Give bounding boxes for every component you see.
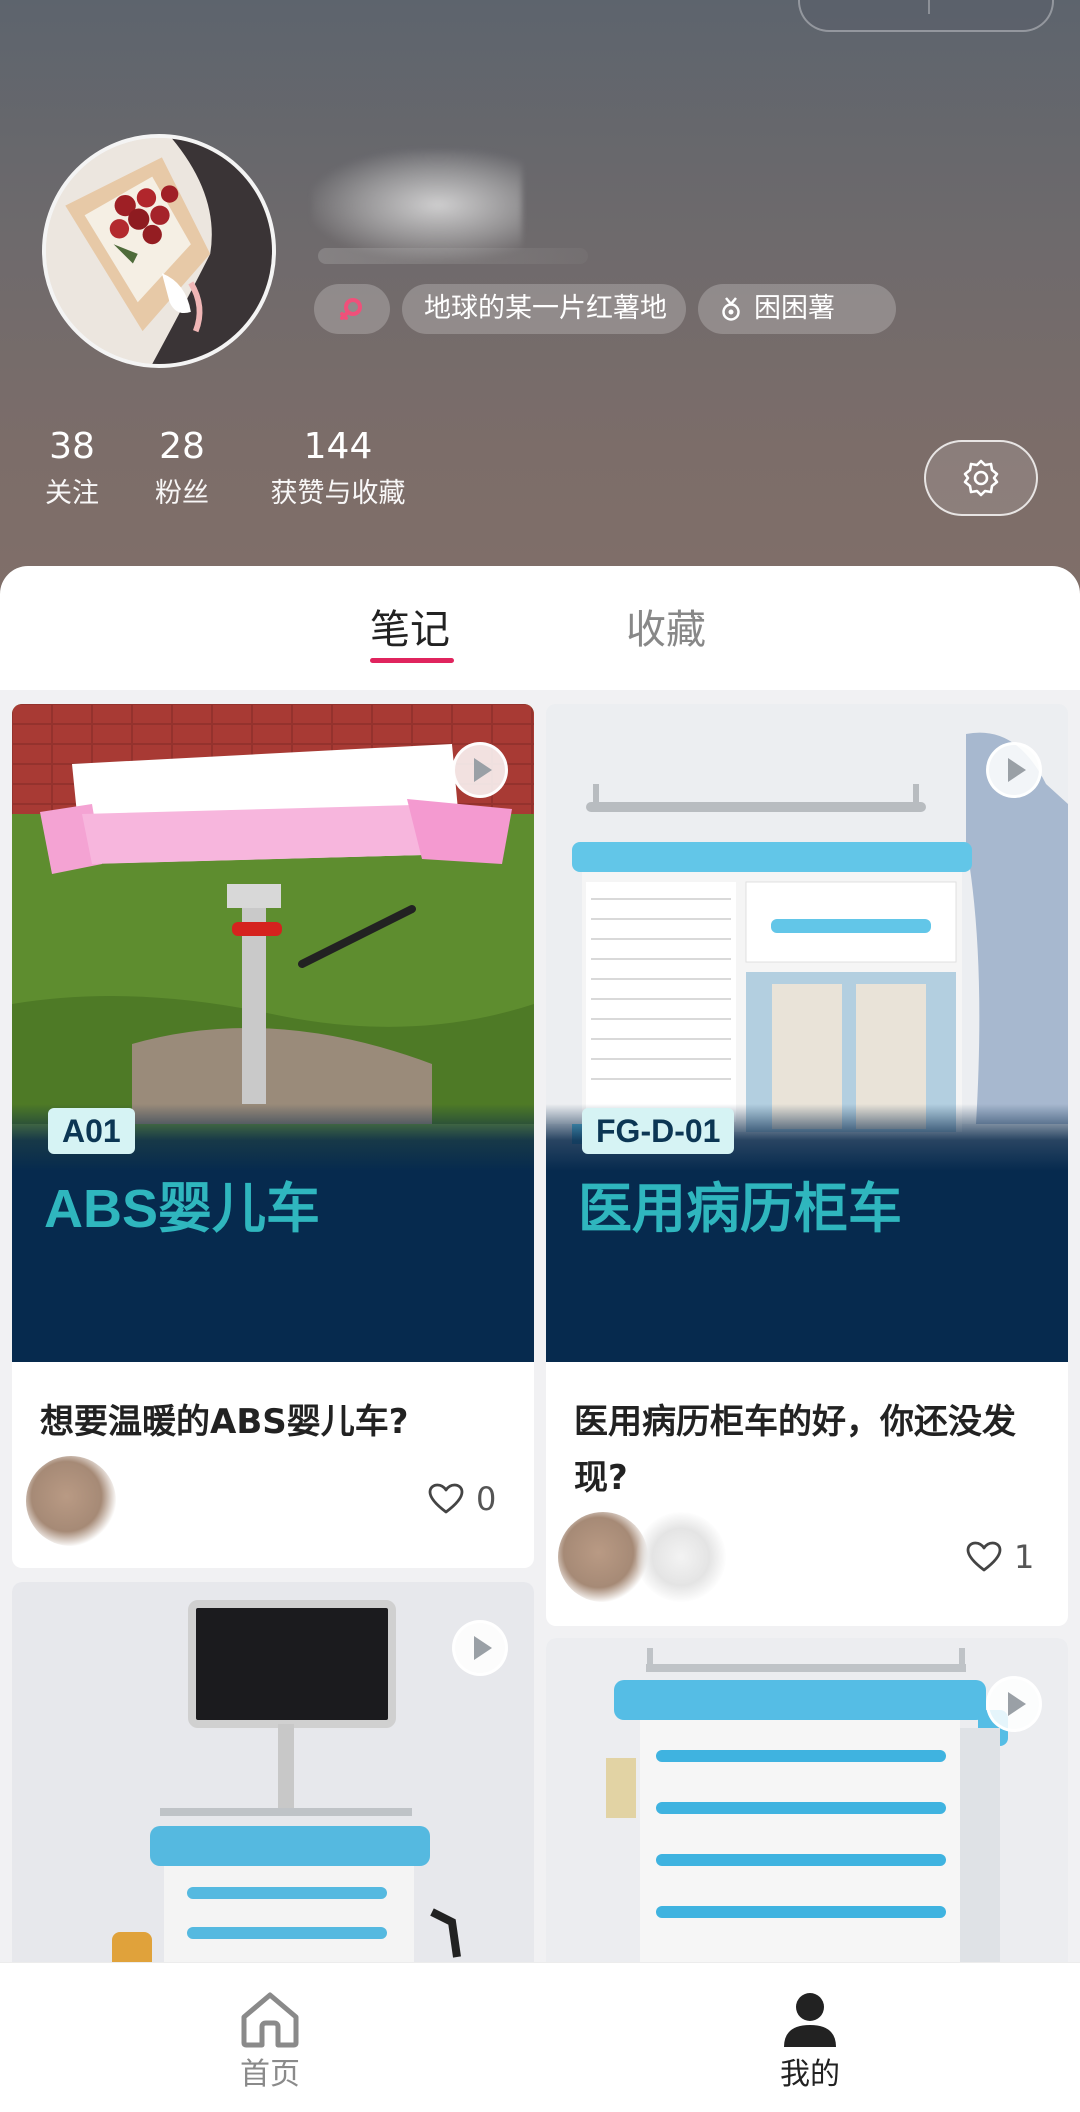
- user-icon: [784, 1993, 836, 2047]
- note-card[interactable]: [546, 1638, 1068, 1982]
- home-icon: [241, 1992, 299, 2048]
- stat-followers[interactable]: 28 粉丝: [150, 424, 214, 514]
- user-id-redacted: [318, 248, 588, 264]
- following-count: 38: [49, 426, 95, 467]
- tab-notes[interactable]: 笔记: [370, 602, 450, 658]
- like-button[interactable]: 0: [428, 1480, 496, 1518]
- like-button[interactable]: 1: [966, 1538, 1034, 1576]
- followers-label: 粉丝: [155, 478, 209, 509]
- active-tab-indicator: [370, 658, 454, 663]
- product-code: FG-D-01: [582, 1108, 735, 1154]
- title-label: 困困薯: [754, 293, 835, 324]
- nav-home-label: 首页: [240, 2057, 300, 2092]
- play-icon[interactable]: [452, 742, 508, 798]
- note-cover[interactable]: A01 ABS婴儿车: [12, 704, 534, 1362]
- note-card[interactable]: FG-D-01 医用病历柜车 医用病历柜车的好，你还没发现? 1: [546, 704, 1068, 1626]
- nav-home[interactable]: 首页: [210, 1989, 330, 2095]
- following-label: 关注: [45, 478, 99, 509]
- gender-tag: [314, 284, 390, 334]
- followers-count: 28: [159, 426, 205, 467]
- product-name: 医用病历柜车: [578, 1179, 902, 1239]
- author-avatar-redacted: [26, 1456, 116, 1546]
- play-icon[interactable]: [986, 742, 1042, 798]
- note-card[interactable]: A01 ABS婴儿车 想要温暖的ABS婴儿车? 0: [12, 704, 534, 1568]
- stat-following[interactable]: 38 关注: [40, 424, 104, 514]
- note-card[interactable]: [12, 1582, 534, 1982]
- heart-icon: [428, 1483, 464, 1514]
- play-icon[interactable]: [452, 1620, 508, 1676]
- female-icon: [340, 298, 362, 320]
- tab-favorites[interactable]: 收藏: [626, 602, 706, 658]
- product-name: ABS婴儿车: [44, 1179, 321, 1239]
- like-count: 0: [476, 1480, 497, 1518]
- bottom-navigation: 首页 我的: [0, 1962, 1080, 2112]
- capsule-divider: [928, 0, 930, 14]
- like-count: 1: [1014, 1538, 1035, 1576]
- gear-icon: [963, 459, 999, 497]
- nickname-redacted: [312, 150, 522, 260]
- play-icon[interactable]: [986, 1676, 1042, 1732]
- likes-count: 144: [303, 426, 373, 467]
- medal-icon: [722, 297, 740, 321]
- mini-program-capsule[interactable]: [798, 0, 1054, 32]
- stat-likes-collects[interactable]: 144 获赞与收藏: [262, 424, 414, 514]
- note-cover[interactable]: FG-D-01 医用病历柜车: [546, 704, 1068, 1362]
- note-cover[interactable]: [12, 1582, 534, 1982]
- profile-header: 地球的某一片红薯地 困困薯 38 关注 28 粉丝 144 获赞与收藏: [0, 0, 1080, 600]
- location-label: 地球的某一片红薯地: [424, 293, 667, 324]
- likes-label: 获赞与收藏: [270, 478, 406, 509]
- avatar[interactable]: [42, 134, 276, 368]
- nav-me-label: 我的: [780, 2057, 840, 2092]
- product-code: A01: [48, 1108, 135, 1154]
- note-title: 医用病历柜车的好，你还没发现?: [574, 1402, 1016, 1498]
- note-cover[interactable]: [546, 1638, 1068, 1982]
- nav-me[interactable]: 我的: [750, 1989, 870, 2095]
- location-tag: 地球的某一片红薯地: [402, 284, 686, 334]
- settings-button[interactable]: [924, 440, 1038, 516]
- close-ring-icon[interactable]: [968, 0, 1012, 12]
- note-title: 想要温暖的ABS婴儿车?: [40, 1402, 409, 1442]
- title-tag: 困困薯: [698, 284, 896, 334]
- heart-icon: [966, 1541, 1002, 1572]
- author-name-redacted: [636, 1512, 726, 1602]
- author-avatar-redacted: [558, 1512, 648, 1602]
